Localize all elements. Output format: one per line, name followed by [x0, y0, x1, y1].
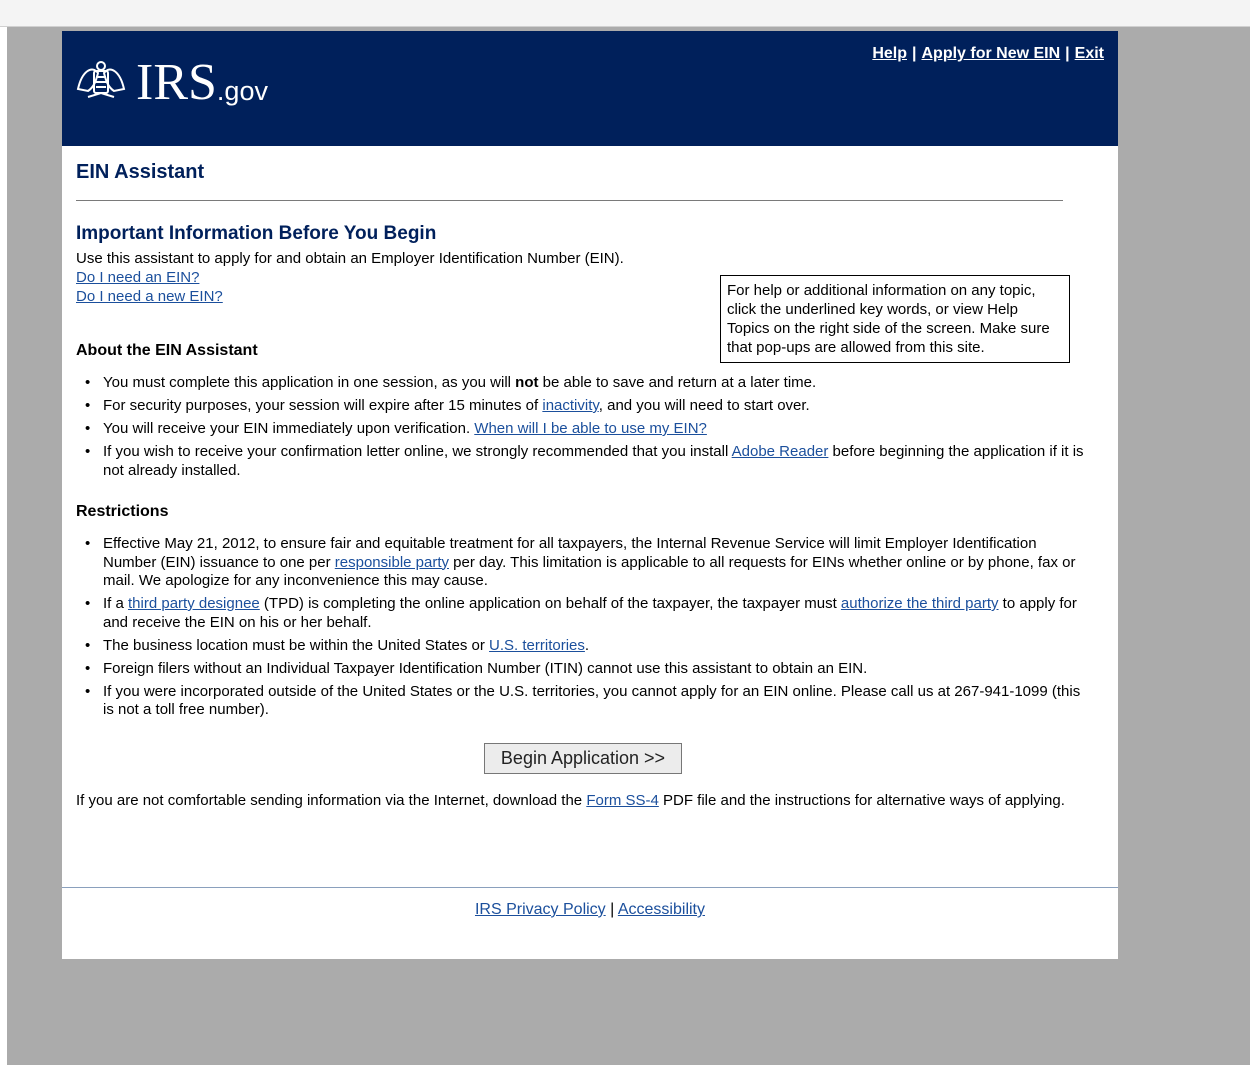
logo-gov-text: .gov [216, 76, 268, 106]
list-item: For security purposes, your session will… [76, 397, 1086, 416]
us-territories-link[interactable]: U.S. territories [489, 637, 585, 654]
inactivity-link[interactable]: inactivity [542, 397, 598, 414]
page-title: EIN Assistant [76, 161, 205, 183]
eagle-icon [76, 61, 126, 98]
adobe-reader-link[interactable]: Adobe Reader [732, 443, 829, 460]
footer-divider [62, 887, 1118, 888]
restrictions-list: Effective May 21, 2012, to ensure fair a… [76, 535, 1086, 724]
browser-top-strip [0, 0, 1250, 27]
about-list: You must complete this application in on… [76, 374, 1086, 485]
restrictions-heading: Restrictions [76, 503, 169, 520]
help-info-box: For help or additional information on an… [720, 275, 1070, 363]
list-item: The business location must be within the… [76, 637, 1086, 656]
list-item: If you wish to receive your confirmation… [76, 443, 1086, 480]
authorize-third-party-link[interactable]: authorize the third party [841, 595, 999, 612]
link-separator: | [1065, 45, 1070, 62]
list-item: Foreign filers without an Individual Tax… [76, 660, 1086, 679]
when-use-ein-link[interactable]: When will I be able to use my EIN? [474, 420, 707, 437]
title-divider [76, 200, 1063, 201]
accessibility-link[interactable]: Accessibility [618, 901, 705, 918]
need-new-ein-link[interactable]: Do I need a new EIN? [76, 288, 223, 305]
form-ss4-link[interactable]: Form SS-4 [586, 792, 659, 809]
list-item: Effective May 21, 2012, to ensure fair a… [76, 535, 1086, 591]
help-link[interactable]: Help [872, 45, 907, 62]
alternative-text: If you are not comfortable sending infor… [76, 792, 1065, 809]
about-heading: About the EIN Assistant [76, 342, 258, 359]
site-header: IRS .gov Help | Apply for New EIN | Exit [62, 31, 1118, 146]
list-item: You must complete this application in on… [76, 374, 1086, 393]
logo-irs-text: IRS [136, 54, 217, 111]
apply-new-ein-link[interactable]: Apply for New EIN [921, 45, 1060, 62]
list-item: If a third party designee (TPD) is compl… [76, 595, 1086, 632]
footer-separator: | [610, 901, 615, 918]
footer: IRS Privacy Policy | Accessibility [62, 901, 1118, 919]
important-heading: Important Information Before You Begin [76, 223, 437, 244]
begin-application-button[interactable]: Begin Application >> [484, 743, 682, 774]
link-separator: | [912, 45, 917, 62]
exit-link[interactable]: Exit [1075, 45, 1104, 62]
privacy-policy-link[interactable]: IRS Privacy Policy [475, 901, 606, 918]
intro-text: Use this assistant to apply for and obta… [76, 250, 624, 267]
need-ein-link[interactable]: Do I need an EIN? [76, 269, 199, 286]
responsible-party-link[interactable]: responsible party [335, 554, 449, 571]
third-party-designee-link[interactable]: third party designee [128, 595, 260, 612]
list-item: If you were incorporated outside of the … [76, 683, 1086, 720]
list-item: You will receive your EIN immediately up… [76, 420, 1086, 439]
page-container: IRS .gov Help | Apply for New EIN | Exit EIN… [62, 31, 1118, 959]
irs-logo[interactable]: IRS .gov [74, 49, 268, 109]
header-links: Help | Apply for New EIN | Exit [872, 45, 1104, 63]
